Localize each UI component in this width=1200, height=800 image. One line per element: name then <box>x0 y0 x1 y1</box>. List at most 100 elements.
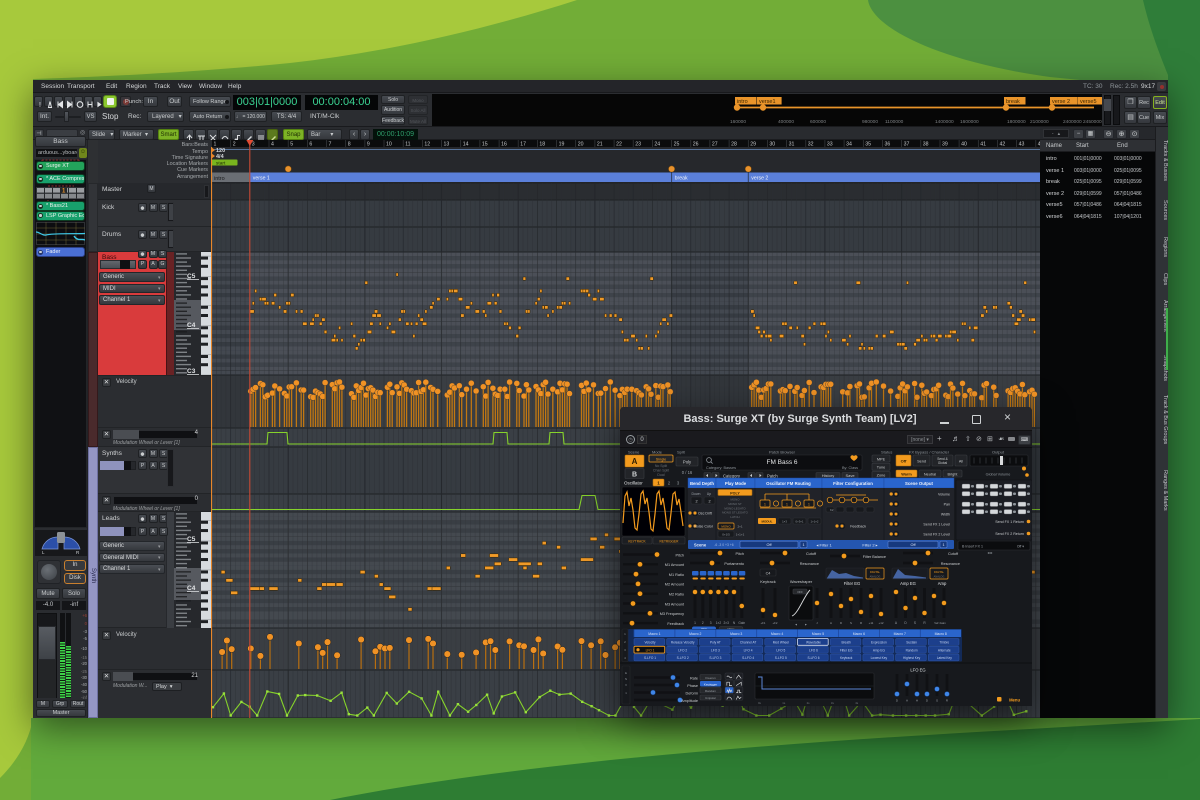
svg-text:MONO: MONO <box>731 498 741 502</box>
svg-text:0+3×1: 0+3×1 <box>796 520 804 524</box>
svg-text:Unipolar: Unipolar <box>705 696 716 700</box>
svg-text:Noise Color: Noise Color <box>694 525 714 529</box>
svg-text:Dual: Dual <box>657 473 664 477</box>
svg-text:Release Velocity: Release Velocity <box>671 641 695 645</box>
svg-text:34: 34 <box>846 142 852 148</box>
svg-text:Scene: Scene <box>628 450 640 455</box>
svg-text:Macro 6: Macro 6 <box>853 632 865 636</box>
svg-text:9: 9 <box>367 142 370 148</box>
svg-text:Neutral: Neutral <box>924 472 936 476</box>
svg-text:LFO 3: LFO 3 <box>711 648 720 652</box>
svg-text:2400000: 2400000 <box>1063 119 1082 125</box>
svg-text:C4: C4 <box>187 322 196 329</box>
svg-text:!: ! <box>39 102 41 109</box>
svg-text:19: 19 <box>559 142 565 148</box>
svg-text:3: 3 <box>710 621 712 625</box>
svg-text:Highest Key: Highest Key <box>903 656 921 660</box>
svg-text:+6: +6 <box>82 613 87 618</box>
svg-text:L: L <box>42 550 45 555</box>
svg-text:intro: intro <box>737 99 748 105</box>
svg-text:+12: +12 <box>879 621 884 625</box>
svg-text:40: 40 <box>961 142 967 148</box>
svg-text:Freerun: Freerun <box>705 676 716 680</box>
svg-text:43: 43 <box>1019 142 1025 148</box>
svg-text:16: 16 <box>501 142 507 148</box>
svg-text:36: 36 <box>885 142 891 148</box>
svg-text:1: 1 <box>214 142 217 148</box>
svg-text:13: 13 <box>444 142 450 148</box>
svg-text:Poly AT: Poly AT <box>710 641 721 645</box>
svg-text:Vel>Gain: Vel>Gain <box>934 621 946 625</box>
svg-text:DIGITAL: DIGITAL <box>934 570 944 574</box>
svg-text:Keytrigger: Keytrigger <box>704 682 717 686</box>
svg-text:Poly: Poly <box>683 460 692 465</box>
svg-text:C4: C4 <box>187 585 196 592</box>
svg-text:E: E <box>625 671 627 675</box>
svg-text:Play Mode: Play Mode <box>725 481 747 486</box>
svg-text:break: break <box>675 176 688 182</box>
svg-text:Global Volume: Global Volume <box>986 472 1011 476</box>
svg-text:Gain: Gain <box>738 621 745 625</box>
svg-text:◂ ▸: ◂ ▸ <box>987 550 992 555</box>
svg-text:Status: Status <box>881 450 892 455</box>
svg-text:A: A <box>906 699 908 703</box>
svg-text:Filter EG: Filter EG <box>840 648 853 652</box>
svg-text:Tune: Tune <box>877 466 886 470</box>
svg-text:-25: -25 <box>81 669 88 674</box>
svg-text:1800000: 1800000 <box>1007 119 1026 125</box>
svg-text:S-LFO 5: S-LFO 5 <box>775 656 787 660</box>
svg-text:-10: -10 <box>81 646 88 651</box>
svg-text:D: D <box>840 621 842 625</box>
svg-text:MONO: MONO <box>721 525 731 529</box>
svg-text:M3 Amount: M3 Amount <box>665 602 685 606</box>
svg-text:Off ▾: Off ▾ <box>1017 545 1024 549</box>
svg-text:Chan Split: Chan Split <box>653 469 669 473</box>
svg-text:MONO ST: MONO ST <box>728 502 742 506</box>
svg-text:Macro 7: Macro 7 <box>894 632 906 636</box>
svg-text:Width: Width <box>941 513 950 517</box>
svg-text:Amp EG: Amp EG <box>900 581 916 586</box>
svg-text:Menu: Menu <box>1009 698 1020 703</box>
svg-text:Resonance: Resonance <box>800 562 819 566</box>
svg-text:Send FX 1 Return: Send FX 1 Return <box>995 520 1024 524</box>
svg-text:Warm: Warm <box>901 472 912 476</box>
svg-text:LATCH: LATCH <box>730 515 739 519</box>
svg-text:14: 14 <box>463 142 469 148</box>
svg-text:-40: -40 <box>81 682 88 687</box>
svg-text:K2: K2 <box>830 508 834 512</box>
svg-text:verse 1: verse 1 <box>253 176 270 182</box>
svg-text:LFO EG: LFO EG <box>910 668 925 673</box>
svg-text:S: S <box>850 621 852 625</box>
svg-text:verse 2: verse 2 <box>751 176 768 182</box>
svg-text:8: 8 <box>348 142 351 148</box>
svg-text:No Split: No Split <box>655 464 667 468</box>
svg-text:POLY: POLY <box>730 491 740 495</box>
svg-text:Alternate: Alternate <box>938 648 951 652</box>
svg-text:37: 37 <box>904 142 910 148</box>
svg-text:15: 15 <box>482 142 488 148</box>
svg-text:Keytrack: Keytrack <box>840 656 853 660</box>
svg-text:41: 41 <box>980 142 986 148</box>
svg-text:Bright: Bright <box>948 472 959 476</box>
svg-text:2: 2 <box>708 500 710 504</box>
svg-text:S-LFO 1: S-LFO 1 <box>644 656 656 660</box>
svg-text:C3: C3 <box>187 368 196 375</box>
svg-text:10: 10 <box>386 142 392 148</box>
svg-text:2+1: 2+1 <box>737 525 742 529</box>
svg-text:Single: Single <box>656 457 667 461</box>
svg-text:Macro 8: Macro 8 <box>935 632 947 636</box>
svg-text:Amp: Amp <box>938 581 947 586</box>
svg-text:H: H <box>916 699 918 703</box>
svg-text:S-LFO 3: S-LFO 3 <box>709 656 721 660</box>
svg-text:400000: 400000 <box>778 119 794 125</box>
svg-text:MODUL: MODUL <box>762 520 773 524</box>
svg-text:Category: Basses: Category: Basses <box>706 466 736 470</box>
svg-text:S-LFO 2: S-LFO 2 <box>677 656 689 660</box>
svg-text:break: break <box>1006 99 1020 105</box>
svg-text:LFO 4: LFO 4 <box>744 648 753 652</box>
svg-text:Oscillator: Oscillator <box>624 481 643 486</box>
svg-text:Send: Send <box>917 460 926 464</box>
svg-text:1600000: 1600000 <box>960 119 979 125</box>
svg-text:Send FX 2 Level: Send FX 2 Level <box>923 533 950 537</box>
svg-text:1: 1 <box>808 502 810 506</box>
